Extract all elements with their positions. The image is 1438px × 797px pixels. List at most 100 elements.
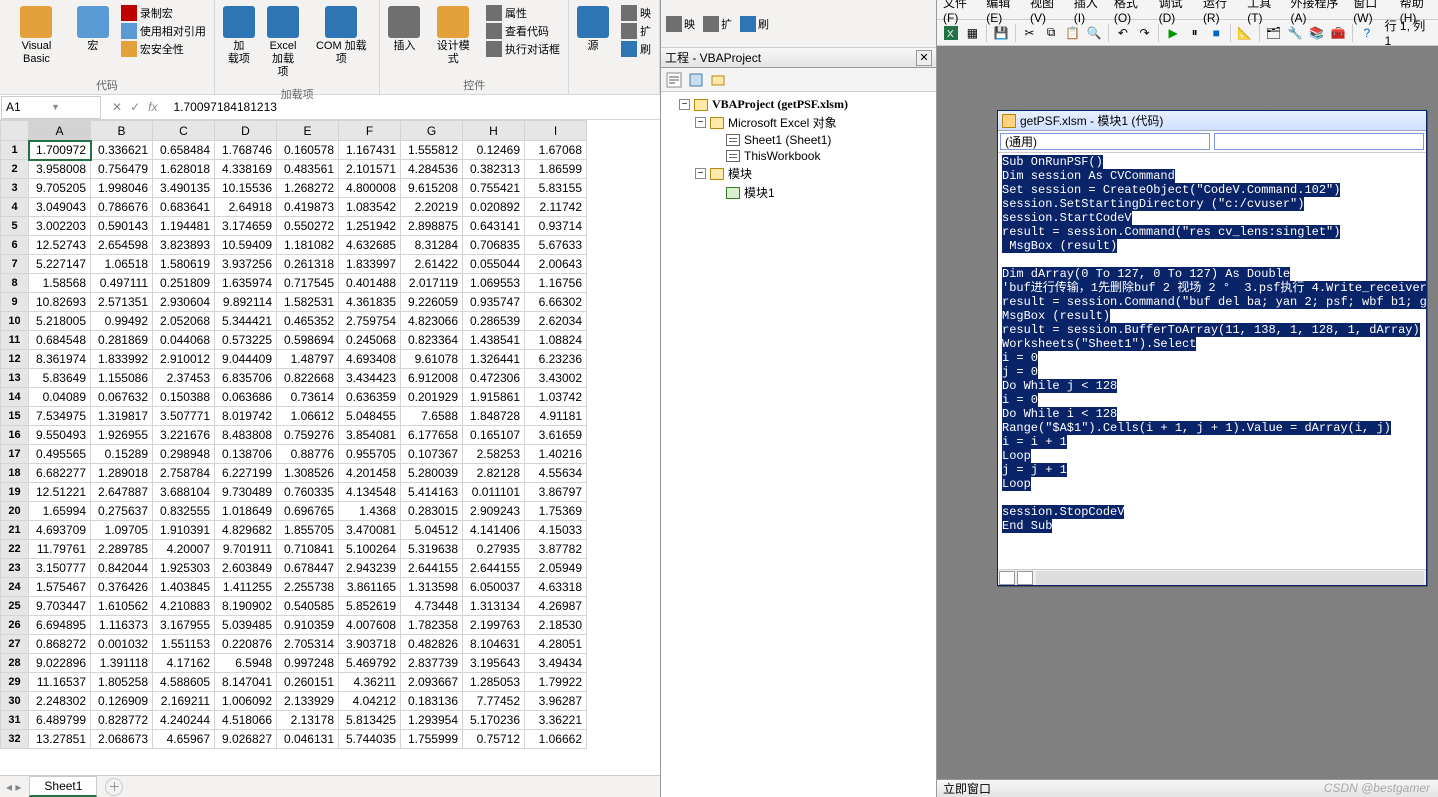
com-addins-button[interactable]: COM 加载项 — [305, 2, 377, 70]
cell[interactable]: 3.958008 — [29, 160, 91, 179]
cell[interactable]: 2.62034 — [525, 312, 587, 331]
cell[interactable]: 4.134548 — [339, 483, 401, 502]
cell[interactable]: 9.703447 — [29, 597, 91, 616]
cell[interactable]: 3.86797 — [525, 483, 587, 502]
cell[interactable]: 8.361974 — [29, 350, 91, 369]
cell[interactable]: 0.482826 — [401, 635, 463, 654]
procedure-dropdown[interactable] — [1214, 133, 1424, 150]
cell[interactable]: 0.401488 — [339, 274, 401, 293]
cell[interactable]: 4.63318 — [525, 578, 587, 597]
excel-icon[interactable]: X — [941, 23, 961, 43]
column-header[interactable]: I — [525, 121, 587, 141]
cell[interactable]: 1.79922 — [525, 673, 587, 692]
cell[interactable]: 0.044068 — [153, 331, 215, 350]
row-header[interactable]: 21 — [1, 521, 29, 540]
cell[interactable]: 1.628018 — [153, 160, 215, 179]
cell[interactable]: 1.925303 — [153, 559, 215, 578]
cell[interactable]: 0.465352 — [277, 312, 339, 331]
cell[interactable]: 1.268272 — [277, 179, 339, 198]
cell[interactable]: 4.210883 — [153, 597, 215, 616]
cell[interactable]: 1.319817 — [91, 407, 153, 426]
cell[interactable]: 2.759754 — [339, 312, 401, 331]
cell[interactable]: 2.00643 — [525, 255, 587, 274]
cell[interactable]: 1.251942 — [339, 217, 401, 236]
cell[interactable]: 0.684548 — [29, 331, 91, 350]
cell[interactable]: 2.18530 — [525, 616, 587, 635]
cell[interactable]: 9.61078 — [401, 350, 463, 369]
vba-project-node[interactable]: VBAProject (getPSF.xlsm) — [712, 97, 848, 112]
column-header[interactable]: G — [401, 121, 463, 141]
cell[interactable]: 4.338169 — [215, 160, 277, 179]
folder-toggle-icon[interactable] — [709, 71, 727, 89]
cell[interactable]: 0.99492 — [91, 312, 153, 331]
row-header[interactable]: 27 — [1, 635, 29, 654]
cell[interactable]: 9.730489 — [215, 483, 277, 502]
cell[interactable]: 0.126909 — [91, 692, 153, 711]
excel-objects-folder[interactable]: Microsoft Excel 对象 — [728, 114, 837, 131]
row-header[interactable]: 9 — [1, 293, 29, 312]
row-header[interactable]: 23 — [1, 559, 29, 578]
cell[interactable]: 0.165107 — [463, 426, 525, 445]
cell[interactable]: 0.011101 — [463, 483, 525, 502]
cell[interactable]: 4.240244 — [153, 711, 215, 730]
cell[interactable]: 4.693709 — [29, 521, 91, 540]
cell[interactable]: 1.08824 — [525, 331, 587, 350]
sheet-nav[interactable]: ◂ ▸ — [0, 780, 27, 794]
cell[interactable]: 3.688104 — [153, 483, 215, 502]
row-header[interactable]: 12 — [1, 350, 29, 369]
row-header[interactable]: 25 — [1, 597, 29, 616]
cell[interactable]: 9.705205 — [29, 179, 91, 198]
cell[interactable]: 0.472306 — [463, 369, 525, 388]
cell[interactable]: 5.83649 — [29, 369, 91, 388]
collapse-icon[interactable]: − — [679, 99, 690, 110]
cell[interactable]: 2.255738 — [277, 578, 339, 597]
cell[interactable]: 0.88776 — [277, 445, 339, 464]
cell[interactable]: 0.822668 — [277, 369, 339, 388]
procedure-view-icon[interactable] — [999, 571, 1015, 585]
row-header[interactable]: 6 — [1, 236, 29, 255]
cell[interactable]: 4.91181 — [525, 407, 587, 426]
fx-icon[interactable]: fx — [144, 100, 161, 114]
cell[interactable]: 0.283015 — [401, 502, 463, 521]
cell[interactable]: 1.313134 — [463, 597, 525, 616]
cell[interactable]: 6.23236 — [525, 350, 587, 369]
cell[interactable]: 3.36221 — [525, 711, 587, 730]
cell[interactable]: 0.696765 — [277, 502, 339, 521]
help-icon[interactable]: ? — [1357, 23, 1377, 43]
toolbox-icon[interactable]: 🧰 — [1328, 23, 1348, 43]
cell[interactable]: 3.937256 — [215, 255, 277, 274]
cell[interactable]: 0.150388 — [153, 388, 215, 407]
cell[interactable]: 5.227147 — [29, 255, 91, 274]
cell[interactable]: 1.782358 — [401, 616, 463, 635]
cell[interactable]: 1.285053 — [463, 673, 525, 692]
cell[interactable]: 3.96287 — [525, 692, 587, 711]
cell[interactable]: 0.286539 — [463, 312, 525, 331]
view-code-button[interactable]: 查看代码 — [484, 22, 562, 40]
cell[interactable]: 4.36211 — [339, 673, 401, 692]
cell[interactable]: 12.52743 — [29, 236, 91, 255]
cell[interactable]: 0.483561 — [277, 160, 339, 179]
cell[interactable]: 2.64918 — [215, 198, 277, 217]
cell[interactable]: 4.823066 — [401, 312, 463, 331]
cell[interactable]: 0.260151 — [277, 673, 339, 692]
close-icon[interactable]: ✕ — [916, 50, 932, 66]
cell[interactable]: 0.842044 — [91, 559, 153, 578]
cell[interactable]: 0.683641 — [153, 198, 215, 217]
cell[interactable]: 3.861165 — [339, 578, 401, 597]
modules-folder[interactable]: 模块 — [728, 165, 752, 182]
cell[interactable]: 1.06518 — [91, 255, 153, 274]
cell[interactable]: 3.49434 — [525, 654, 587, 673]
cell[interactable]: 0.756479 — [91, 160, 153, 179]
cell[interactable]: 0.636359 — [339, 388, 401, 407]
cell[interactable]: 3.174659 — [215, 217, 277, 236]
cell[interactable]: 0.12469 — [463, 141, 525, 160]
row-header[interactable]: 20 — [1, 502, 29, 521]
cell[interactable]: 3.823893 — [153, 236, 215, 255]
cell[interactable]: 0.706835 — [463, 236, 525, 255]
cell[interactable]: 0.183136 — [401, 692, 463, 711]
cell[interactable]: 0.201929 — [401, 388, 463, 407]
redo-icon[interactable]: ↷ — [1135, 23, 1155, 43]
row-header[interactable]: 4 — [1, 198, 29, 217]
cell[interactable]: 4.04212 — [339, 692, 401, 711]
object-browser-icon[interactable]: 📚 — [1307, 23, 1327, 43]
